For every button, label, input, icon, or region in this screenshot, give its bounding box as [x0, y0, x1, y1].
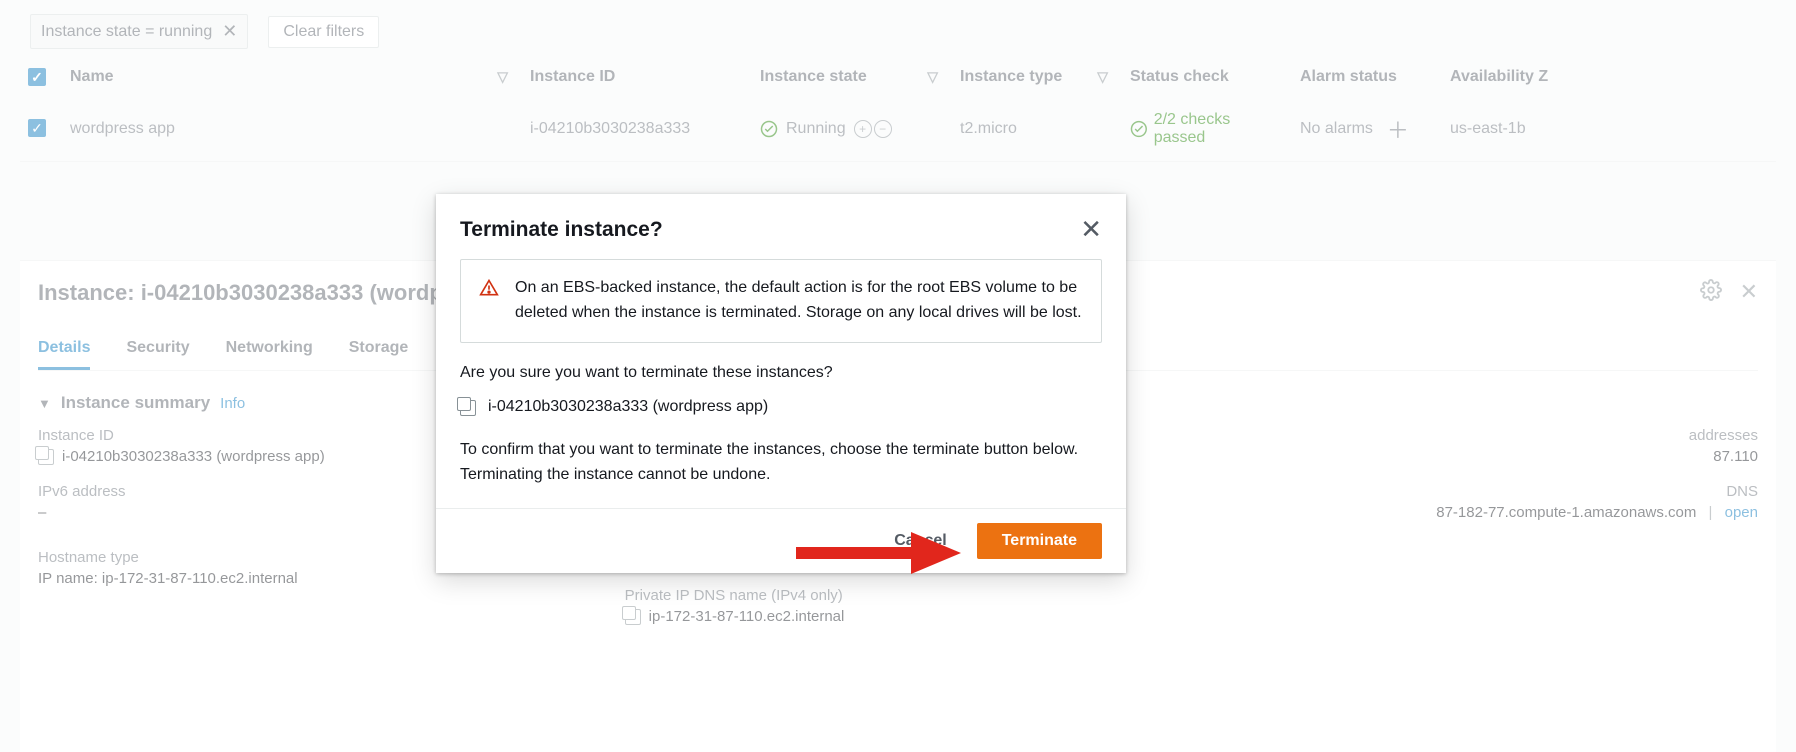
terminate-instance-modal: Terminate instance? ✕ On an EBS-backed i… [436, 194, 1126, 573]
remove-filter-icon[interactable]: ✕ [222, 21, 237, 42]
col-availability-zone[interactable]: Availability Z [1442, 58, 1776, 97]
col-alarm-status[interactable]: Alarm status [1292, 58, 1442, 97]
value-public-ip-tail: 87.110 [1713, 448, 1758, 465]
warning-box: On an EBS-backed instance, the default a… [460, 259, 1102, 343]
filter-chip-label: Instance state = running [41, 23, 212, 41]
tab-storage[interactable]: Storage [349, 329, 409, 370]
label-private-dns: Private IP DNS name (IPv4 only) [625, 587, 1172, 604]
value-public-dns-tail: 87-182-77.compute-1.amazonaws.com [1436, 504, 1696, 521]
zoom-in-icon[interactable]: + [854, 120, 872, 138]
filter-chip-instance-state[interactable]: Instance state = running ✕ [30, 14, 248, 49]
tab-security[interactable]: Security [126, 329, 189, 370]
col-instance-state[interactable]: Instance state [760, 68, 867, 85]
col-instance-type[interactable]: Instance type [960, 68, 1062, 85]
cell-alarm-status: No alarms [1300, 120, 1373, 138]
zoom-out-icon[interactable]: − [874, 120, 892, 138]
col-instance-id[interactable]: Instance ID [522, 58, 752, 97]
col-name[interactable]: Name [70, 68, 114, 85]
close-modal-icon[interactable]: ✕ [1080, 214, 1102, 245]
close-panel-icon[interactable]: ✕ [1740, 279, 1758, 307]
value-instance-id: i-04210b3030238a333 (wordpress app) [62, 448, 325, 465]
modal-note: To confirm that you want to terminate th… [460, 438, 1102, 488]
row-checkbox[interactable]: ✓ [28, 119, 46, 137]
cell-instance-state: Running [786, 120, 846, 138]
sort-caret-icon[interactable]: ▽ [497, 69, 508, 86]
cell-status-check: 2/2 checks passed [1154, 111, 1284, 147]
add-alarm-icon[interactable]: ＋ [1387, 113, 1409, 145]
section-title-text: Instance summary [61, 393, 210, 413]
open-address-link[interactable]: open [1725, 504, 1758, 521]
terminate-button[interactable]: Terminate [977, 523, 1102, 559]
cell-availability-zone: us-east-1b [1442, 97, 1776, 162]
copy-icon[interactable] [460, 400, 476, 416]
copy-icon[interactable] [38, 449, 54, 465]
status-check-icon [1130, 120, 1148, 138]
zoom-icons[interactable]: + − [854, 120, 892, 138]
copy-icon[interactable] [625, 609, 641, 625]
label-public-dns-tail: DNS [1726, 483, 1758, 500]
clear-filters-button[interactable]: Clear filters [268, 16, 379, 48]
confirm-question: Are you sure you want to terminate these… [460, 361, 1102, 386]
modal-title: Terminate instance? [460, 218, 663, 242]
cancel-button[interactable]: Cancel [878, 524, 962, 558]
select-all-checkbox[interactable]: ✓ [28, 68, 46, 86]
table-header-row: ✓ Name ▽ Instance ID Instance state ▽ In… [20, 58, 1776, 97]
gear-icon[interactable] [1700, 279, 1722, 307]
value-private-dns: ip-172-31-87-110.ec2.internal [649, 608, 845, 625]
table-row[interactable]: ✓ wordpress app i-04210b3030238a333 Runn… [20, 97, 1776, 162]
label-public-ip-tail: addresses [1689, 427, 1758, 444]
info-link[interactable]: Info [220, 395, 245, 412]
col-status-check[interactable]: Status check [1122, 58, 1292, 97]
cell-name: wordpress app [62, 97, 522, 162]
cell-instance-id: i-04210b3030238a333 [522, 97, 752, 162]
sort-caret-icon[interactable]: ▽ [1097, 69, 1108, 86]
sort-caret-icon[interactable]: ▽ [927, 69, 938, 86]
cell-instance-type: t2.micro [952, 97, 1122, 162]
pipe-separator: | [1704, 504, 1716, 521]
warning-text: On an EBS-backed instance, the default a… [515, 276, 1083, 326]
tab-details[interactable]: Details [38, 329, 90, 370]
running-check-icon [760, 120, 778, 138]
tab-networking[interactable]: Networking [226, 329, 313, 370]
warning-triangle-icon [479, 278, 499, 298]
modal-instance-line: i-04210b3030238a333 (wordpress app) [488, 395, 768, 420]
collapse-caret-icon[interactable]: ▼ [38, 396, 51, 411]
instances-table: ✓ Name ▽ Instance ID Instance state ▽ In… [20, 58, 1776, 162]
